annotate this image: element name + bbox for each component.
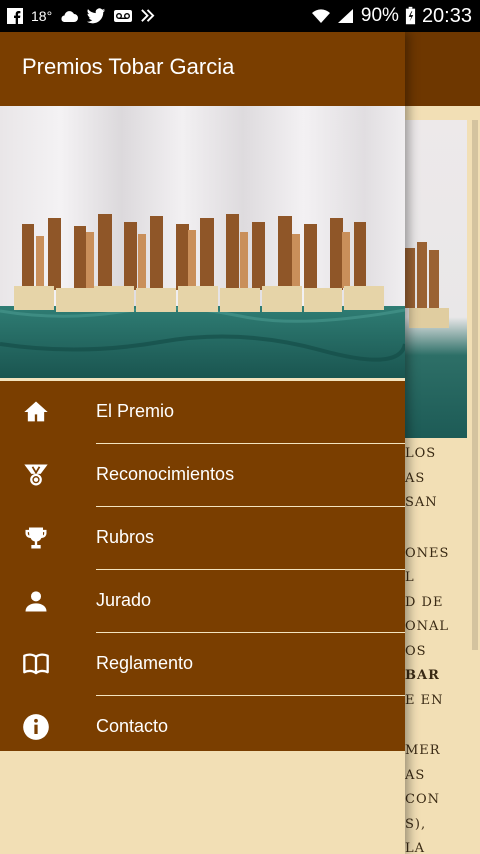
menu-item-label: Contacto xyxy=(96,716,169,736)
clock: 20:33 xyxy=(421,4,472,27)
menu-item-label: Reglamento xyxy=(96,653,194,673)
menu-item-label: El Premio xyxy=(96,401,175,421)
battery-percent: 90% xyxy=(360,5,399,26)
menu-item-jurado[interactable]: Jurado xyxy=(0,570,405,632)
bg-text-line: CON xyxy=(405,792,440,807)
medal-icon xyxy=(24,464,48,486)
battery-icon xyxy=(405,6,416,25)
background-article-text: LOS AS SAN ONES L D DE ONAL OS BAR E EN … xyxy=(405,442,480,854)
menu-item-label: Rubros xyxy=(96,527,155,547)
menu-item-reconocimientos[interactable]: Reconocimientos xyxy=(0,444,405,506)
menu-item-rubros[interactable]: Rubros xyxy=(0,507,405,569)
menu-item-label: Reconocimientos xyxy=(96,464,235,484)
bg-text-line: OS xyxy=(405,643,427,659)
background-page-content: LOS AS SAN ONES L D DE ONAL OS BAR E EN … xyxy=(405,106,480,854)
bg-text-line: AS xyxy=(405,470,426,486)
bg-text-line: AS xyxy=(405,767,426,783)
bg-text-line: ONAL xyxy=(405,619,450,634)
bg-text-line: BAR xyxy=(405,668,440,683)
drawer-header: Premios Tobar Garcia xyxy=(0,32,405,106)
info-icon xyxy=(23,714,49,740)
bg-text-line: E EN xyxy=(405,692,444,708)
bg-text-line: MER xyxy=(405,743,441,758)
bg-text-line: L xyxy=(405,570,415,585)
bg-text-line: LA xyxy=(405,841,426,854)
bg-text-line: S), xyxy=(405,816,427,832)
temperature: 18° xyxy=(31,8,53,24)
voicemail-icon xyxy=(114,10,133,22)
person-icon xyxy=(25,591,47,612)
navigation-drawer: Premios Tobar Garcia El Premio Reconocim… xyxy=(0,32,405,854)
drawer-title: Premios Tobar Garcia xyxy=(22,54,235,79)
background-photo xyxy=(405,120,467,438)
cloud-icon xyxy=(61,11,79,22)
wifi-icon xyxy=(311,9,330,23)
bg-text-line: D DE xyxy=(405,594,444,610)
trophy-icon xyxy=(25,527,47,549)
facebook-icon xyxy=(7,8,23,24)
signal-icon xyxy=(337,9,353,23)
book-icon xyxy=(23,653,49,675)
twitter-icon xyxy=(87,7,106,23)
drawer-menu: El Premio Reconocimientos Rubros Jurado … xyxy=(0,378,405,751)
home-icon xyxy=(24,401,48,422)
download-icon xyxy=(141,8,155,22)
background-scrollbar[interactable] xyxy=(472,120,478,650)
menu-item-label: Jurado xyxy=(96,590,152,610)
bg-text-line: LOS xyxy=(405,446,437,461)
hero-image-trophies xyxy=(0,106,405,378)
menu-item-contacto[interactable]: Contacto xyxy=(0,696,405,758)
status-bar: 18° 90% 20:33 xyxy=(0,0,480,32)
bg-text-line: ONES xyxy=(405,545,450,561)
bg-text-line: SAN xyxy=(405,495,438,510)
menu-item-el-premio[interactable]: El Premio xyxy=(0,381,405,443)
menu-item-reglamento[interactable]: Reglamento xyxy=(0,633,405,695)
